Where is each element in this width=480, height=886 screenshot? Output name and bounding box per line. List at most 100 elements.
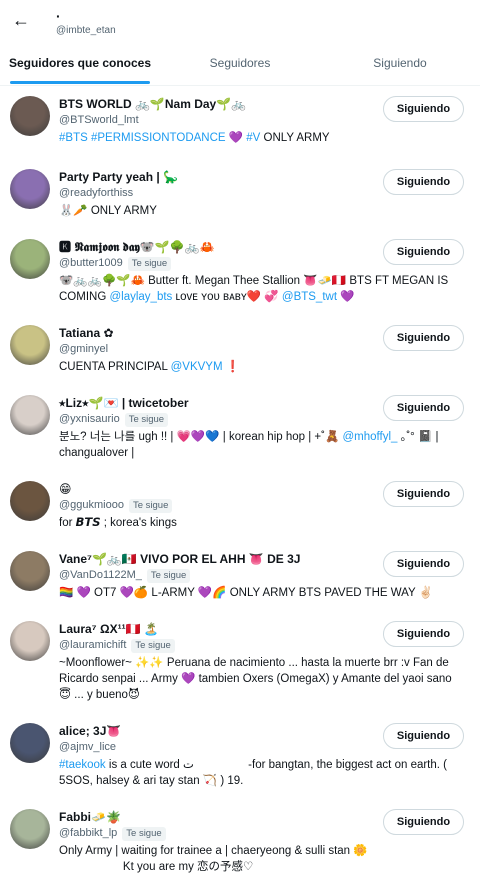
user-display-name[interactable]: Vane⁷🌱🚲🇲🇽 VIVO POR EL AHH 👅 DE 3J xyxy=(59,552,300,566)
bio-link[interactable]: @mhoffyl_ xyxy=(342,431,397,443)
follows-you-badge: Te sigue xyxy=(124,413,169,427)
active-tab-indicator xyxy=(10,81,150,84)
tab-label: Seguidores xyxy=(209,56,271,70)
user-bio: 🐨🚲🚲🌳🌱🦀 Butter ft. Megan Thee Stallion 👅🧈… xyxy=(59,273,461,305)
user-display-name[interactable]: Fabbi🧈🪴 xyxy=(59,810,121,824)
bio-text: ONLY ARMY xyxy=(260,132,330,144)
avatar[interactable] xyxy=(10,325,50,365)
follows-you-badge: Te sigue xyxy=(128,499,173,513)
user-bio: Only Army | waiting for trainee a | chae… xyxy=(59,843,461,875)
user-bio: #BTS #PERMISSIONTODANCE 💜 #V ONLY ARMY xyxy=(59,130,461,146)
user-handle-text: @readyforthiss xyxy=(59,187,134,199)
user-handle: @ggukmiooo Te sigue xyxy=(59,498,173,513)
tab-seguidores-que-conoces[interactable]: Seguidores que conoces xyxy=(0,44,160,85)
user-handle-text: @yxnisaurio xyxy=(59,413,120,425)
following-button[interactable]: Siguiendo xyxy=(383,809,464,835)
user-row[interactable]: Fabbi🧈🪴 @fabbikt_lp Te sigue Only Army | wa… xyxy=(0,800,480,886)
following-button[interactable]: Siguiendo xyxy=(383,723,464,749)
user-display-name[interactable]: Laura⁷ ΩX¹¹🇵🇪 🏝️ xyxy=(59,622,159,636)
user-bio: 🏳️‍🌈 💜 OT7 💜🍊 L-ARMY 💜🌈 ONLY ARMY BTS PA… xyxy=(59,585,461,601)
follows-you-badge: Te sigue xyxy=(131,639,175,653)
user-handle-text: @gminyel xyxy=(59,343,109,355)
user-handle: @BTSworld_lmt xyxy=(59,113,139,127)
following-button[interactable]: Siguiendo xyxy=(383,481,464,507)
tab-siguiendo[interactable]: Siguiendo xyxy=(320,44,480,85)
following-button[interactable]: Siguiendo xyxy=(383,96,464,122)
following-button[interactable]: Siguiendo xyxy=(383,169,464,195)
bio-link[interactable]: @laylay_bts xyxy=(109,291,172,303)
user-bio: 분노? 너는 나를 ugh !! | 💗💜💙 | korean hip hop … xyxy=(59,429,461,461)
user-handle-text: @butter1009 xyxy=(59,257,123,269)
tab-bar: Seguidores que conoces Seguidores Siguie… xyxy=(0,44,480,86)
user-handle-text: @fabbikt_lp xyxy=(59,827,118,839)
user-handle: @lauramichift Te sigue xyxy=(59,638,175,653)
user-handle: @butter1009 Te sigue xyxy=(59,256,172,271)
bio-text: 🐰🥕 ONLY ARMY xyxy=(59,205,157,217)
user-handle: @ajmv_lice xyxy=(59,740,116,754)
user-row[interactable]: 🅺 𝕹𝖆𝖒𝖏𝖔𝖔𝖓 𝖉𝖆𝖞🐨🌱🌳🚲🦀 @butter1009 Te sigue 🐨🚲🚲… xyxy=(0,230,480,316)
bio-text: ❗ xyxy=(222,361,241,373)
bio-link[interactable]: #taekook xyxy=(59,759,106,771)
avatar[interactable] xyxy=(10,481,50,521)
bio-text: 분노? 너는 나를 ugh !! | 💗💜💙 | korean hip hop … xyxy=(59,431,343,443)
following-button[interactable]: Siguiendo xyxy=(383,551,464,577)
user-bio: for 𝘽𝙏𝙎 ; korea's kings xyxy=(59,515,461,531)
profile-handle: @imbte_etan xyxy=(56,25,116,36)
avatar[interactable] xyxy=(10,239,50,279)
follows-you-badge: Te sigue xyxy=(127,257,172,271)
user-display-name[interactable]: alice; 3J👅 xyxy=(59,724,121,738)
tab-seguidores[interactable]: Seguidores xyxy=(160,44,320,85)
user-row[interactable]: alice; 3J👅 @ajmv_lice #taekook is a cute w… xyxy=(0,714,480,800)
avatar[interactable] xyxy=(10,395,50,435)
user-bio: 🐰🥕 ONLY ARMY xyxy=(59,203,461,219)
user-row[interactable]: BTS WORLD 🚲🌱Nam Day🌱🚲 @BTSworld_lmt #BTS #… xyxy=(0,87,480,160)
bio-text: 💜 xyxy=(337,291,355,303)
bio-text: ʟᴏᴠᴇ ʏᴏᴜ ʙᴀʙʏ❤️ 💞 xyxy=(172,291,282,303)
user-display-name[interactable]: BTS WORLD 🚲🌱Nam Day🌱🚲 xyxy=(59,97,246,111)
bio-text: 🏳️‍🌈 💜 OT7 💜🍊 L-ARMY 💜🌈 ONLY ARMY BTS PA… xyxy=(59,587,433,599)
user-handle-text: @VanDo1122M_ xyxy=(59,569,142,581)
bio-text: CUENTA PRINCIPAL xyxy=(59,361,171,373)
back-arrow-icon[interactable]: ← xyxy=(12,8,32,32)
following-button[interactable]: Siguiendo xyxy=(383,621,464,647)
user-bio: ~Moonflower~ ✨✨ Peruana de nacimiento ..… xyxy=(59,655,461,703)
user-handle-text: @ggukmiooo xyxy=(59,499,124,511)
user-row[interactable]: 😁 @ggukmiooo Te sigue for 𝘽𝙏𝙎 ; korea's kin… xyxy=(0,472,480,542)
user-row[interactable]: Party Party yeah | 🦕 @readyforthiss 🐰🥕 ONL… xyxy=(0,160,480,230)
avatar[interactable] xyxy=(10,551,50,591)
following-button[interactable]: Siguiendo xyxy=(383,395,464,421)
user-display-name[interactable]: 😁 xyxy=(59,482,72,496)
user-display-name[interactable]: Tatiana ✿ xyxy=(59,326,114,340)
bio-text: is a cute word ت -for bangtan, the bigge… xyxy=(59,759,451,787)
top-bar: ← · @imbte_etan xyxy=(0,0,480,44)
bio-link[interactable]: #BTS #PERMISSIONTODANCE 💜 #V xyxy=(59,132,260,144)
user-row[interactable]: Tatiana ✿ @gminyel CUENTA PRINCIPAL @VKVYM… xyxy=(0,316,480,386)
tab-label: Siguiendo xyxy=(373,56,427,70)
avatar[interactable] xyxy=(10,621,50,661)
user-handle-text: @BTSworld_lmt xyxy=(59,114,139,126)
user-handle: @fabbikt_lp Te sigue xyxy=(59,826,166,841)
avatar[interactable] xyxy=(10,169,50,209)
user-row[interactable]: Laura⁷ ΩX¹¹🇵🇪 🏝️ @lauramichift Te sigue ~Mo… xyxy=(0,612,480,714)
bio-text: for 𝘽𝙏𝙎 ; korea's kings xyxy=(59,517,177,529)
following-button[interactable]: Siguiendo xyxy=(383,325,464,351)
user-row[interactable]: ⭑Liz⭑🌱💌 | twicetober @yxnisaurio Te sigue 분… xyxy=(0,386,480,472)
user-bio: #taekook is a cute word ت -for bangtan, … xyxy=(59,757,461,789)
user-handle: @yxnisaurio Te sigue xyxy=(59,412,169,427)
bio-link[interactable]: @VKVYM xyxy=(171,361,223,373)
user-handle: @readyforthiss xyxy=(59,186,133,200)
user-handle: @gminyel xyxy=(59,342,108,356)
user-row[interactable]: Vane⁷🌱🚲🇲🇽 VIVO POR EL AHH 👅 DE 3J @VanDo1… xyxy=(0,542,480,612)
user-bio: CUENTA PRINCIPAL @VKVYM ❗ xyxy=(59,359,461,375)
user-handle-text: @lauramichift xyxy=(59,639,127,651)
avatar[interactable] xyxy=(10,96,50,136)
avatar[interactable] xyxy=(10,723,50,763)
bio-link[interactable]: @BTS_twt xyxy=(282,291,337,303)
follows-you-badge: Te sigue xyxy=(122,827,166,841)
avatar[interactable] xyxy=(10,809,50,849)
following-button[interactable]: Siguiendo xyxy=(383,239,464,265)
bio-text: ~Moonflower~ ✨✨ Peruana de nacimiento ..… xyxy=(59,657,453,701)
user-display-name[interactable]: 🅺 𝕹𝖆𝖒𝖏𝖔𝖔𝖓 𝖉𝖆𝖞🐨🌱🌳🚲🦀 xyxy=(59,240,215,254)
user-display-name[interactable]: ⭑Liz⭑🌱💌 | twicetober xyxy=(59,396,189,410)
user-display-name[interactable]: Party Party yeah | 🦕 xyxy=(59,170,178,184)
